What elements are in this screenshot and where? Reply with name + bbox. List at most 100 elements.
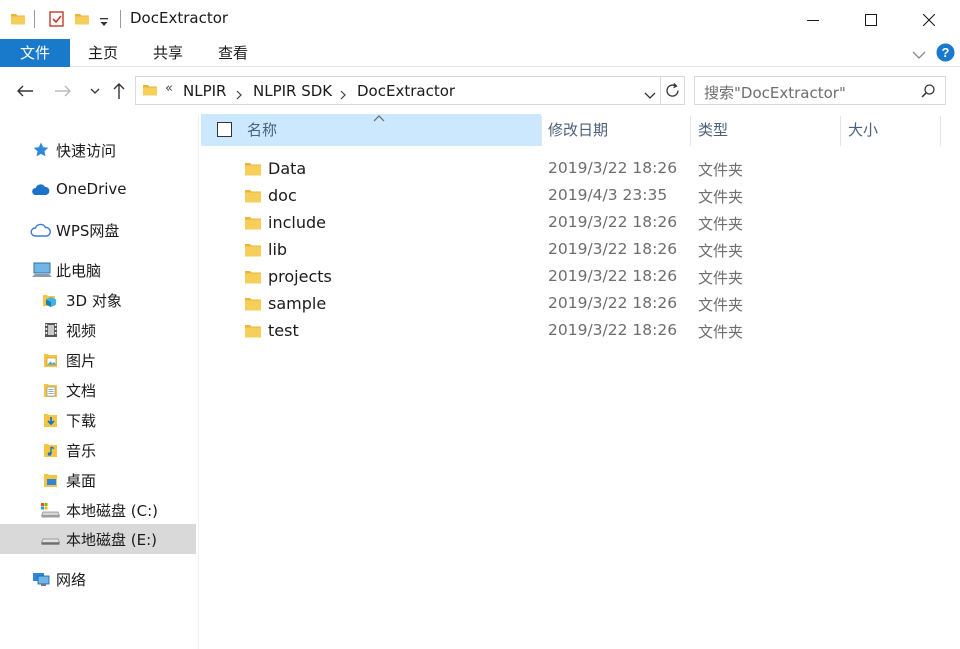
chevron-right-icon[interactable] — [236, 86, 243, 104]
sidebar-item-label: 视频 — [66, 322, 97, 340]
customize-dropdown-icon[interactable] — [99, 12, 109, 32]
search-icon[interactable] — [921, 83, 936, 102]
cloud-icon — [31, 181, 50, 199]
up-button[interactable] — [108, 80, 130, 102]
column-header-name[interactable]: 名称 — [201, 114, 541, 146]
maximize-icon — [865, 13, 877, 26]
file-name: test — [268, 321, 299, 340]
folder-icon — [244, 242, 262, 258]
folder-icon — [244, 323, 262, 339]
arrow-up-icon — [113, 83, 125, 99]
minimize-button[interactable] — [784, 0, 842, 39]
table-row[interactable]: doc 2019/4/3 23:35 文件夹 — [200, 183, 942, 210]
file-date: 2019/3/22 18:26 — [548, 267, 678, 285]
file-type: 文件夹 — [698, 323, 744, 341]
select-all-checkbox[interactable] — [217, 122, 232, 137]
new-folder-icon[interactable] — [74, 9, 90, 29]
file-type: 文件夹 — [698, 161, 744, 179]
sidebar-item-videos[interactable]: 视频 — [0, 315, 196, 345]
file-date: 2019/4/3 23:35 — [548, 186, 668, 204]
sidebar-item-desktop[interactable]: 桌面 — [0, 465, 196, 495]
tab-view[interactable]: 查看 — [208, 39, 258, 67]
address-bar[interactable]: « NLPIR NLPIR SDK DocExtractor — [135, 76, 685, 105]
sidebar-item-documents[interactable]: 文档 — [0, 375, 196, 405]
sidebar-item-label: 下载 — [66, 412, 97, 430]
sidebar-item-quick-access[interactable]: 快速访问 — [0, 135, 196, 165]
file-name: include — [268, 213, 326, 232]
drive-e-icon — [40, 530, 61, 548]
folder-icon — [244, 215, 262, 231]
table-row[interactable]: lib 2019/3/22 18:26 文件夹 — [200, 237, 942, 264]
sidebar-item-label: 音乐 — [66, 442, 97, 460]
pictures-icon — [43, 351, 61, 369]
sidebar-item-onedrive[interactable]: OneDrive — [0, 175, 196, 205]
expand-ribbon-icon[interactable] — [912, 46, 926, 64]
sidebar-item-label: 快速访问 — [56, 142, 117, 160]
sidebar-item-3d-objects[interactable]: 3D 对象 — [0, 285, 196, 315]
file-date: 2019/3/22 18:26 — [548, 213, 678, 231]
search-input[interactable]: 搜索"DocExtractor" — [704, 82, 846, 103]
download-icon — [43, 411, 61, 429]
sidebar-item-downloads[interactable]: 下载 — [0, 405, 196, 435]
file-name: sample — [268, 294, 327, 313]
search-box[interactable]: 搜索"DocExtractor" — [694, 76, 946, 105]
table-row[interactable]: include 2019/3/22 18:26 文件夹 — [200, 210, 942, 237]
sidebar-item-label: WPS网盘 — [56, 222, 120, 240]
file-type: 文件夹 — [698, 269, 744, 287]
column-header-size[interactable]: 大小 — [848, 114, 938, 146]
back-button[interactable] — [14, 80, 36, 102]
file-name: lib — [268, 240, 288, 259]
table-row[interactable]: test 2019/3/22 18:26 文件夹 — [200, 318, 942, 345]
chevron-right-icon[interactable] — [340, 86, 347, 104]
video-icon — [43, 321, 61, 339]
recent-locations-button[interactable] — [84, 80, 106, 102]
maximize-button[interactable] — [842, 0, 900, 39]
sidebar-item-wps-drive[interactable]: WPS网盘 — [0, 215, 196, 245]
sidebar-item-label: 3D 对象 — [66, 292, 122, 310]
sidebar-item-label: OneDrive — [56, 180, 127, 198]
close-button[interactable] — [900, 0, 958, 39]
pane-divider[interactable] — [198, 115, 199, 649]
file-name: Data — [268, 159, 307, 178]
file-type: 文件夹 — [698, 296, 744, 314]
column-header-date[interactable]: 修改日期 — [548, 114, 688, 146]
sidebar-item-drive-e[interactable]: 本地磁盘 (E:) — [0, 524, 196, 554]
folder-icon — [244, 161, 262, 177]
breadcrumb-overflow[interactable]: « — [165, 81, 173, 96]
svg-text:?: ? — [942, 45, 950, 60]
properties-icon[interactable] — [48, 9, 66, 29]
forward-button[interactable] — [52, 80, 74, 102]
tab-share[interactable]: 共享 — [143, 39, 193, 67]
sidebar-item-label: 网络 — [56, 571, 87, 589]
chevron-down-icon[interactable] — [644, 86, 656, 104]
refresh-icon[interactable] — [664, 82, 681, 103]
file-type: 文件夹 — [698, 188, 744, 206]
breadcrumb-nlpir-sdk[interactable]: NLPIR SDK — [253, 82, 332, 100]
sidebar-item-label: 本地磁盘 (E:) — [66, 531, 158, 549]
help-icon[interactable]: ? — [936, 43, 955, 66]
tab-home[interactable]: 主页 — [78, 39, 128, 67]
ribbon-tabs: 文件 主页 共享 查看 ? — [0, 39, 960, 67]
folder-icon — [142, 82, 158, 102]
sort-ascending-icon — [373, 112, 385, 124]
column-header-type[interactable]: 类型 — [698, 114, 838, 146]
table-row[interactable]: Data 2019/3/22 18:26 文件夹 — [200, 156, 942, 183]
file-type: 文件夹 — [698, 242, 744, 260]
sidebar-item-label: 此电脑 — [56, 262, 102, 280]
sidebar-item-music[interactable]: 音乐 — [0, 435, 196, 465]
3d-objects-icon — [42, 291, 60, 309]
sidebar-item-label: 本地磁盘 (C:) — [66, 502, 158, 520]
table-row[interactable]: sample 2019/3/22 18:26 文件夹 — [200, 291, 942, 318]
sidebar-item-label: 图片 — [66, 352, 97, 370]
title-bar: DocExtractor — [0, 0, 960, 39]
column-header-row: 名称 修改日期 类型 大小 — [200, 114, 942, 146]
folder-icon — [244, 188, 262, 204]
tab-file[interactable]: 文件 — [0, 39, 70, 67]
sidebar-item-drive-c[interactable]: 本地磁盘 (C:) — [0, 495, 196, 525]
sidebar-item-pictures[interactable]: 图片 — [0, 345, 196, 375]
breadcrumb-docextractor[interactable]: DocExtractor — [357, 82, 455, 100]
sidebar-item-this-pc[interactable]: 此电脑 — [0, 255, 196, 285]
table-row[interactable]: projects 2019/3/22 18:26 文件夹 — [200, 264, 942, 291]
sidebar-item-network[interactable]: 网络 — [0, 564, 196, 594]
breadcrumb-nlpir[interactable]: NLPIR — [183, 82, 226, 100]
